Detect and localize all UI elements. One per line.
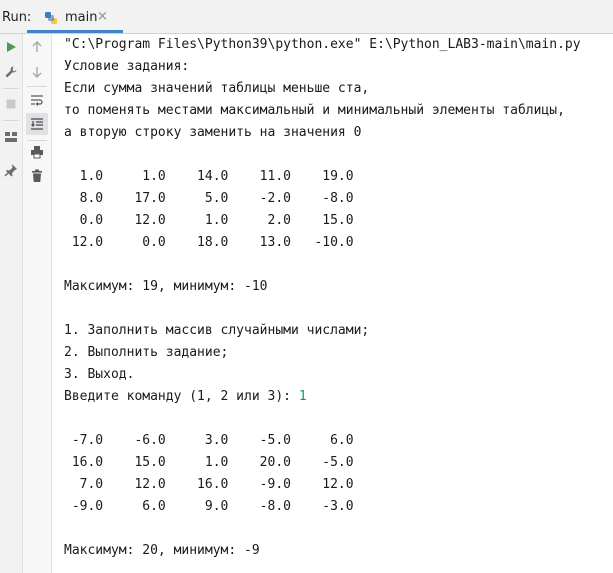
wrench-icon[interactable] xyxy=(1,62,21,82)
console-line: 1. Заполнить массив случайными числами; xyxy=(64,323,370,338)
console-line: Условие задания: xyxy=(64,59,190,74)
console-line: 3. Выход. xyxy=(64,367,135,382)
console-line: 8.0 17.0 5.0 -2.0 -8.0 xyxy=(64,191,354,206)
console-output[interactable]: "C:\Program Files\Python39\python.exe" E… xyxy=(52,34,613,573)
toolbar-separator xyxy=(3,88,19,89)
console-line: -9.0 6.0 9.0 -8.0 -3.0 xyxy=(64,499,354,514)
scroll-to-end-icon[interactable] xyxy=(26,113,48,135)
toolbar-separator xyxy=(3,120,19,121)
print-icon[interactable] xyxy=(27,142,47,162)
toolbar-separator xyxy=(27,140,47,141)
run-icon[interactable] xyxy=(1,37,21,57)
layout-icon[interactable] xyxy=(1,127,21,147)
run-tool-window: Run: main × "C:\Program Files\Python39\p… xyxy=(0,0,613,573)
console-prompt-line: Введите команду (1, 2 или 3): 1 xyxy=(64,386,307,408)
tab-main[interactable]: main × xyxy=(27,2,123,33)
console-line: -7.0 -6.0 3.0 -5.0 6.0 xyxy=(64,433,354,448)
console-line: Если сумма значений таблицы меньше ста, xyxy=(64,81,370,96)
user-input-value: 1 xyxy=(298,389,307,404)
console-line: Максимум: 20, минимум: -9 xyxy=(64,543,260,558)
console-line: 0.0 12.0 1.0 2.0 15.0 xyxy=(64,213,354,228)
run-header-bar: Run: main × xyxy=(0,0,613,34)
run-toolbar-secondary xyxy=(23,34,52,573)
console-line: а вторую строку заменить на значения 0 xyxy=(64,125,362,140)
prompt-text: Введите команду (1, 2 или 3): xyxy=(64,389,299,404)
console-line: Максимум: 19, минимум: -10 xyxy=(64,279,268,294)
console-line: 1.0 1.0 14.0 11.0 19.0 xyxy=(64,169,354,184)
soft-wrap-icon[interactable] xyxy=(27,90,47,110)
up-arrow-icon[interactable] xyxy=(27,37,47,57)
tab-title: main xyxy=(65,10,98,25)
console-line: 12.0 0.0 18.0 13.0 -10.0 xyxy=(64,235,354,250)
console-line: 7.0 12.0 16.0 -9.0 12.0 xyxy=(64,477,354,492)
pin-icon[interactable] xyxy=(1,160,21,180)
tab-active-indicator xyxy=(27,30,123,33)
down-arrow-icon[interactable] xyxy=(27,62,47,82)
close-icon[interactable]: × xyxy=(97,9,108,24)
console-line: 2. Выполнить задание; xyxy=(64,345,229,360)
stop-icon[interactable] xyxy=(1,94,21,114)
console-line: 16.0 15.0 1.0 20.0 -5.0 xyxy=(64,455,354,470)
toolbar-separator xyxy=(27,86,47,87)
console-line: то поменять местами максимальный и миним… xyxy=(64,103,565,118)
python-file-icon xyxy=(44,10,58,24)
delete-icon[interactable] xyxy=(27,166,47,186)
run-toolbar-primary xyxy=(0,34,23,573)
console-line: "C:\Program Files\Python39\python.exe" E… xyxy=(64,37,581,52)
